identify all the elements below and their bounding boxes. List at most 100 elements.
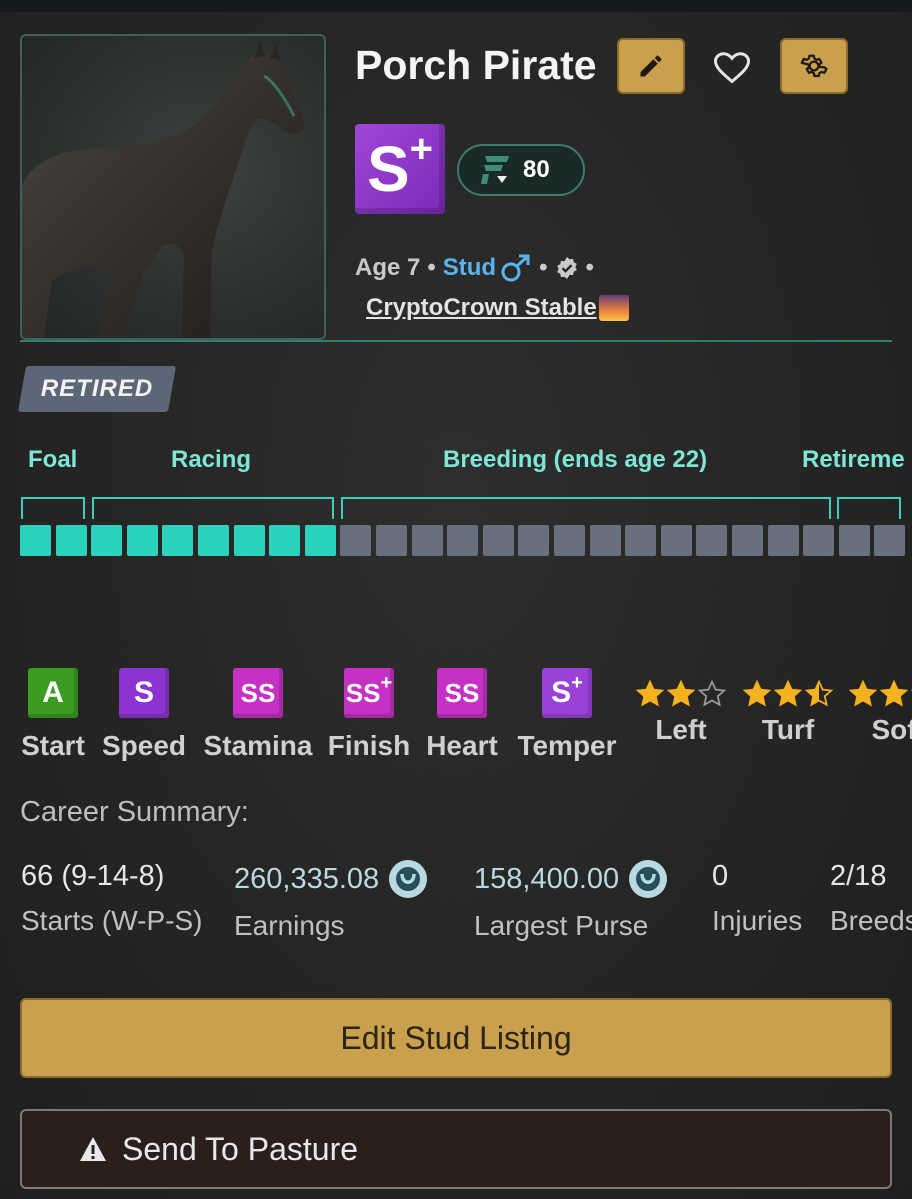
timeline-segment	[340, 525, 371, 556]
attribute-label: Finish	[327, 730, 411, 761]
attribute-grade: SS	[240, 677, 276, 708]
timeline-segment	[234, 525, 265, 556]
sunrise-icon	[598, 295, 629, 321]
horseshoe-coin-icon	[389, 860, 428, 898]
stable-name[interactable]: CryptoCrown Stable	[366, 294, 597, 322]
star-half-icon	[804, 679, 834, 707]
separator-dot: •	[585, 254, 594, 281]
separator-dot: •	[427, 254, 436, 281]
warning-icon	[80, 1137, 106, 1161]
timeline-segment	[127, 525, 158, 556]
timeline-segment	[768, 525, 799, 556]
attribute-stamina: SS Stamina	[204, 668, 312, 761]
stat-injuries: 0 Injuries	[712, 860, 802, 937]
attribute-temper: S + Temper	[517, 668, 617, 761]
star-full-icon	[879, 679, 909, 707]
preference-turf: Turf	[740, 678, 836, 746]
phase-label-breeding: Breeding (ends age 22)	[443, 446, 708, 473]
attribute-label: Speed	[101, 730, 187, 761]
timeline-segment	[412, 525, 443, 556]
star-empty-icon	[697, 679, 727, 707]
stat-earnings: 260,335.08 Earnings	[234, 860, 428, 942]
timeline-segment	[20, 525, 51, 556]
rating-logo-icon	[481, 156, 509, 184]
star-full-icon	[666, 679, 696, 707]
timeline-segment	[696, 525, 727, 556]
horseshoe-coin-icon	[629, 860, 668, 898]
rating-pill: 80	[457, 144, 585, 196]
timeline-segment	[803, 525, 834, 556]
pencil-icon	[640, 55, 662, 77]
edit-name-button[interactable]	[617, 38, 685, 94]
attribute-grade-badge: S +	[542, 668, 592, 718]
attribute-label: Temper	[517, 730, 617, 761]
timeline-segment	[661, 525, 692, 556]
top-bar	[0, 0, 912, 12]
lifecycle-timeline	[20, 525, 912, 557]
preference-label: Left	[655, 714, 707, 745]
edit-stud-listing-button[interactable]: Edit Stud Listing	[20, 998, 892, 1078]
stable-link[interactable]: CryptoCrown Stable	[366, 294, 629, 322]
stat-breeds-label: Breeds	[830, 905, 912, 936]
overall-grade-modifier: +	[409, 126, 434, 171]
attribute-grade-modifier: +	[571, 671, 583, 694]
timeline-segment	[483, 525, 514, 556]
timeline-segment	[269, 525, 300, 556]
separator-dot: •	[539, 254, 548, 281]
settings-button[interactable]	[780, 38, 848, 94]
timeline-segment	[447, 525, 478, 556]
star-rating	[846, 678, 912, 708]
phase-bracket-retirement	[837, 497, 901, 519]
preference-label: Sof	[871, 714, 912, 745]
age-text: Age 7	[355, 254, 421, 281]
attribute-speed: S Speed	[102, 668, 186, 761]
timeline-segment	[376, 525, 407, 556]
overall-grade-letter: S	[366, 133, 410, 205]
timeline-segment	[625, 525, 656, 556]
rating-value: 80	[523, 156, 550, 183]
preference-left: Left	[633, 678, 729, 746]
timeline-segment	[56, 525, 87, 556]
preference-label: Turf	[761, 714, 815, 745]
horse-meta: Age 7 • Stud • •	[355, 253, 601, 283]
attribute-grade-badge: SS	[233, 668, 283, 718]
attribute-grade: A	[42, 676, 64, 709]
phase-bracket-foal	[21, 497, 85, 519]
timeline-segment	[91, 525, 122, 556]
horse-name: Porch Pirate	[355, 42, 597, 88]
stat-starts-value: 66 (9-14-8)	[21, 860, 165, 892]
edit-stud-listing-label: Edit Stud Listing	[340, 1019, 572, 1056]
preference-sof: Sof	[846, 678, 912, 746]
phase-bracket-racing	[92, 497, 334, 519]
attribute-heart: SS Heart	[426, 668, 498, 761]
send-to-pasture-label: Send To Pasture	[122, 1130, 359, 1167]
phase-label-foal: Foal	[28, 446, 78, 473]
attribute-label: Heart	[426, 730, 498, 761]
attribute-label: Start	[21, 730, 85, 761]
attribute-grade-badge: SS	[437, 668, 487, 718]
stat-breeds-value: 2/18	[830, 860, 887, 892]
status-badge: RETIRED	[40, 375, 154, 402]
favorite-button[interactable]	[710, 48, 754, 88]
attribute-grade: S	[551, 676, 572, 709]
attribute-finish: SS + Finish	[328, 668, 410, 761]
stat-earnings-value: 260,335.08	[234, 862, 380, 895]
phase-label-retirement: Retireme	[802, 446, 905, 473]
attribute-grade-modifier: +	[380, 671, 393, 694]
star-rating	[633, 678, 729, 708]
header-divider	[20, 340, 892, 342]
role-text: Stud	[442, 254, 497, 281]
star-full-icon	[848, 679, 878, 707]
attribute-grade: S	[133, 676, 154, 709]
heart-icon	[714, 52, 750, 84]
attribute-label: Stamina	[203, 730, 313, 761]
timeline-segment	[305, 525, 336, 556]
star-full-icon	[773, 679, 803, 707]
send-to-pasture-button[interactable]: Send To Pasture	[20, 1109, 892, 1189]
stat-injuries-label: Injuries	[712, 905, 803, 936]
attribute-grade: SS	[345, 677, 381, 708]
male-symbol-icon	[501, 254, 530, 282]
timeline-segment	[198, 525, 229, 556]
verified-icon	[556, 257, 577, 279]
star-full-icon	[742, 679, 772, 707]
